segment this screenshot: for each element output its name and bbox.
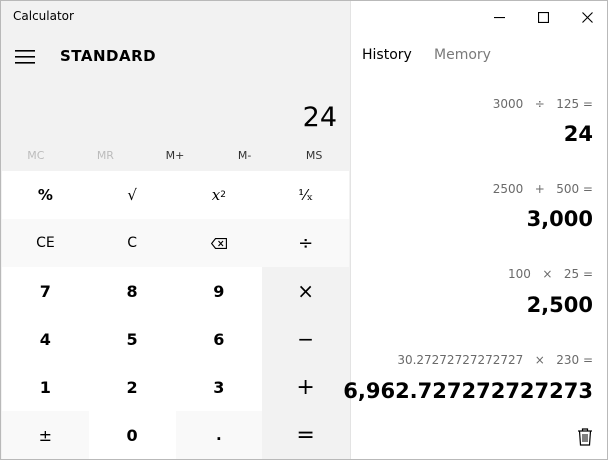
history-entry-expression[interactable]: 3000 ÷ 125 =: [493, 97, 593, 111]
mode-title: STANDARD: [60, 47, 157, 65]
clear-label: C: [127, 235, 138, 251]
digit-1-button[interactable]: 1: [2, 363, 89, 411]
digit-6-label: 6: [213, 329, 225, 349]
clear-entry-button[interactable]: CE: [2, 219, 89, 267]
result-display: 24: [302, 102, 337, 133]
memory-store-button[interactable]: MS: [279, 143, 349, 169]
digit-4-button[interactable]: 4: [2, 315, 89, 363]
add-button[interactable]: +: [262, 363, 349, 411]
history-entry-expression[interactable]: 100 × 25 =: [508, 267, 593, 281]
square-root-label: √: [127, 186, 137, 204]
digit-0-button[interactable]: 0: [88, 411, 176, 459]
history-entry-expression[interactable]: 30.27272727272727 × 230 =: [397, 353, 593, 367]
digit-2-label: 2: [126, 377, 138, 397]
memory-recall-button[interactable]: MR: [71, 143, 141, 169]
subtract-button[interactable]: −: [262, 315, 349, 363]
digit-5-button[interactable]: 5: [88, 315, 176, 363]
square-button[interactable]: x2: [175, 171, 263, 219]
negate-label: ±: [38, 425, 53, 445]
divide-label: ÷: [298, 232, 314, 254]
divide-button[interactable]: ÷: [262, 219, 349, 267]
square-exponent-label: 2: [220, 190, 226, 200]
equals-label: =: [296, 422, 315, 448]
reciprocal-label: ¹⁄ₓ: [298, 186, 314, 204]
digit-6-button[interactable]: 6: [175, 315, 263, 363]
digit-7-label: 7: [39, 281, 51, 301]
calculator-panel: Calculator STANDARD 24 MC MR M+ M- MS % …: [1, 1, 349, 459]
square-root-button[interactable]: √: [88, 171, 176, 219]
subtract-label: −: [297, 327, 314, 351]
memory-clear-button[interactable]: MC: [1, 143, 71, 169]
history-entry-result[interactable]: 3,000: [527, 207, 593, 231]
tab-memory[interactable]: Memory: [434, 47, 491, 63]
digit-8-label: 8: [126, 281, 138, 301]
tab-history[interactable]: History: [362, 47, 412, 63]
app-title: Calculator: [13, 9, 74, 23]
clear-entry-label: CE: [36, 235, 55, 251]
digit-2-button[interactable]: 2: [88, 363, 176, 411]
minimize-icon[interactable]: [476, 1, 522, 33]
close-icon[interactable]: [564, 1, 608, 33]
history-entry-expression[interactable]: 2500 + 500 =: [493, 182, 593, 196]
memory-row: MC MR M+ M- MS: [1, 143, 349, 169]
maximize-icon[interactable]: [520, 1, 566, 33]
digit-3-label: 3: [213, 377, 225, 397]
decimal-button[interactable]: .: [175, 411, 263, 459]
digit-0-label: 0: [126, 425, 138, 445]
history-panel: History Memory 3000 ÷ 125 = 24 2500 + 50…: [343, 1, 608, 459]
memory-subtract-button[interactable]: M-: [210, 143, 280, 169]
trash-icon[interactable]: [573, 425, 597, 449]
backspace-button[interactable]: [175, 219, 263, 267]
hamburger-icon[interactable]: [11, 43, 39, 71]
history-entry-result[interactable]: 2,500: [527, 293, 593, 317]
digit-4-label: 4: [39, 329, 51, 349]
digit-3-button[interactable]: 3: [175, 363, 263, 411]
digit-8-button[interactable]: 8: [88, 267, 176, 315]
digit-9-button[interactable]: 9: [175, 267, 263, 315]
percent-button[interactable]: %: [2, 171, 89, 219]
negate-button[interactable]: ±: [2, 411, 89, 459]
digit-7-button[interactable]: 7: [2, 267, 89, 315]
keypad: % √ x2 ¹⁄ₓ CE C ÷ 7 8 9 × 4 5 6 − 1 2 3: [2, 171, 349, 459]
backspace-icon: [210, 237, 227, 249]
multiply-label: ×: [297, 279, 314, 303]
digit-5-label: 5: [126, 329, 138, 349]
history-entry-result[interactable]: 6,962.727272727273: [343, 379, 593, 403]
memory-add-button[interactable]: M+: [140, 143, 210, 169]
multiply-button[interactable]: ×: [262, 267, 349, 315]
calculator-window: Calculator STANDARD 24 MC MR M+ M- MS % …: [0, 0, 608, 460]
add-label: +: [296, 374, 315, 400]
history-entry-result[interactable]: 24: [564, 122, 593, 146]
clear-button[interactable]: C: [88, 219, 176, 267]
percent-label: %: [37, 186, 53, 204]
square-base-label: x: [211, 186, 221, 204]
digit-9-label: 9: [213, 281, 225, 301]
digit-1-label: 1: [39, 377, 51, 397]
equals-button[interactable]: =: [262, 411, 349, 459]
decimal-label: .: [216, 426, 222, 444]
reciprocal-button[interactable]: ¹⁄ₓ: [262, 171, 349, 219]
